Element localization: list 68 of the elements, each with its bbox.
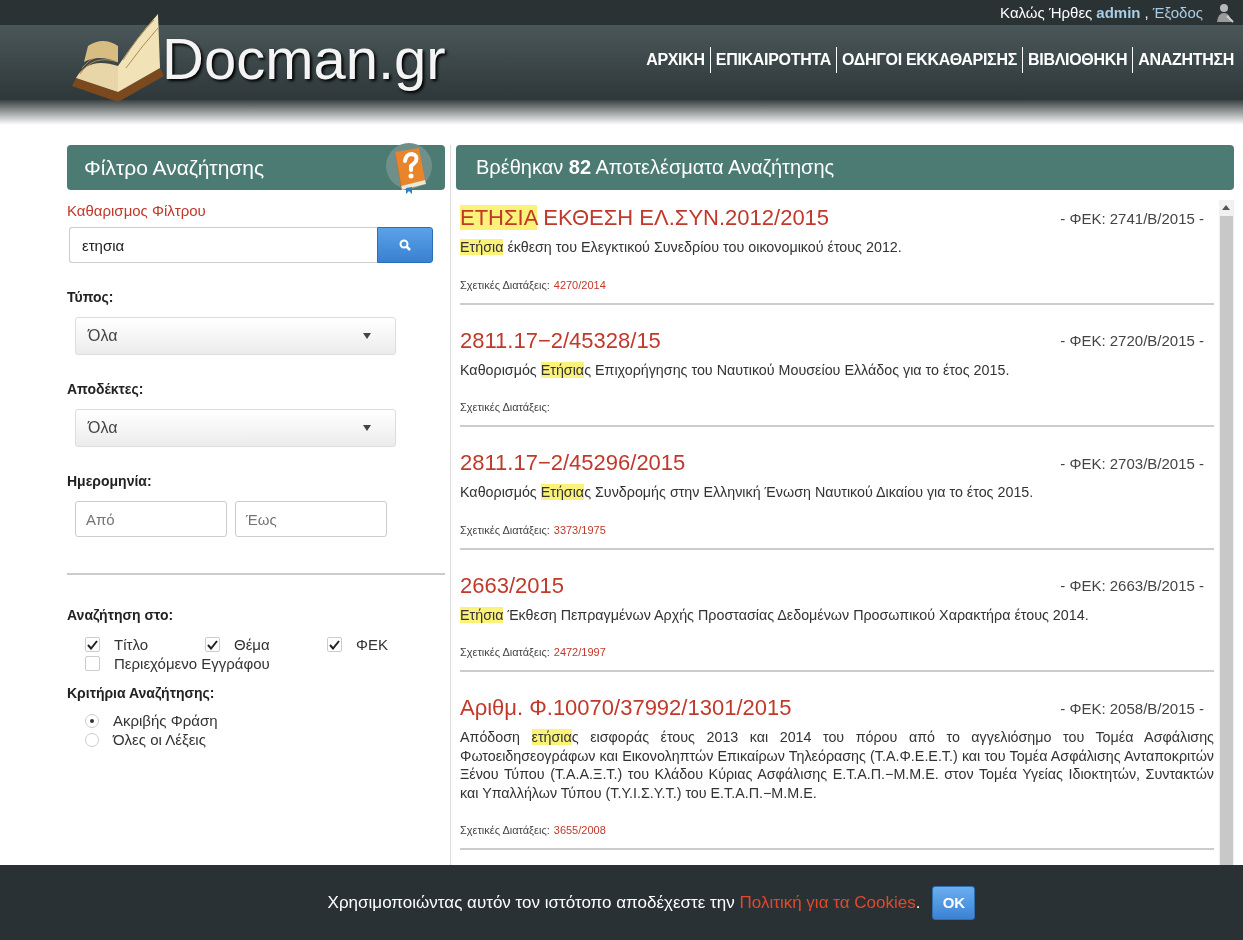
caret-icon [363,333,371,339]
separator-text: , [1144,4,1149,21]
checkbox-label: Περιεχόμενο Εγγράφου [114,654,270,673]
checkbox-label: Θέμα [234,635,270,654]
fek-reference: - ΦΕΚ: 2703/Β/2015 - [1060,454,1204,472]
related-label: Σχετικές Διατάξεις: [460,824,550,836]
result-title-link[interactable]: 2663/2015 [460,571,564,600]
checkbox[interactable] [205,637,220,652]
result-summary: Ετήσια έκθεση του Ελεγκτικού Συνεδρίου του οικονομικού έτους 2012. [460,238,903,257]
field-label: Αποδέκτες: [67,381,145,397]
result-summary: Ετήσια Έκθεση Πεπραγμένων Αρχής Προστασίας Δεδομένων Προσωπικού Χαρακτήρα έτους 2014. [460,605,1090,624]
related-link[interactable]: 4270/2014 [553,278,606,291]
ok-button[interactable]: OK [932,885,976,920]
greeting-text: Καλώς Ήρθες [1000,4,1093,21]
user-icon[interactable] [1215,2,1235,23]
type-select[interactable]: Όλα [75,317,396,355]
related-link[interactable]: 2472/1997 [553,646,606,658]
fek-reference: - ΦΕΚ: 2058/Β/2015 - [1060,699,1204,717]
help-book-icon[interactable] [385,142,433,194]
filter-title: Φίλτρο Αναζήτησης [84,155,265,180]
checkbox[interactable] [327,637,342,652]
nav-link[interactable]: ΟΔΗΓΟΙ ΕΚΚΑΘΑΡΙΣΗΣ [836,46,1022,73]
radio-label: Όλες οι Λέξεις [113,730,206,749]
nav-link[interactable]: ΕΠΙΚΑΙΡΟΤΗΤΑ [709,46,836,73]
select-value: Όλα [88,327,118,345]
checkbox-label: ΦΕΚ [356,635,388,654]
search-field[interactable]: ετησια [69,227,377,263]
cookie-policy-link[interactable]: Πολιτική για τα Cookies [739,892,916,912]
related-label: Σχετικές Διατάξεις: [460,523,550,536]
result-title-link[interactable]: 2811.17−2/45296/2015 [460,449,686,477]
result-title-link[interactable]: 2811.17−2/45328/15 [460,326,661,355]
field-label: Αναζήτηση στο: [67,607,175,623]
nav-link[interactable]: ΑΡΧΙΚΗ [641,46,710,73]
scrollbar[interactable] [1219,200,1234,865]
date-from-field[interactable]: Από [75,501,227,537]
related-label: Σχετικές Διατάξεις: [460,646,550,658]
fek-reference: - ΦΕΚ: 2663/Β/2015 - [1060,577,1204,594]
checkbox-label: Τίτλο [114,635,149,654]
related-label: Σχετικές Διατάξεις: [460,401,550,413]
fek-reference: - ΦΕΚ: 2741/Β/2015 - [1060,209,1204,227]
radio-label: Ακριβής Φράση [113,711,218,730]
checkbox[interactable] [85,637,100,652]
result-summary: Καθορισμός Ετήσιας Συνδρομής στην Ελληνική Ένωση Ναυτικού Δικαίου για το έτος 2015. [460,483,1035,502]
result-title-link[interactable]: Αριθμ. Φ.10070/37992/1301/2015 [460,694,792,722]
fek-reference: - ΦΕΚ: 2720/Β/2015 - [1060,332,1204,349]
username-text: admin [1096,4,1141,21]
checkbox[interactable] [85,656,100,671]
field-label: Τύπος: [67,289,115,305]
field-label: Κριτήρια Αναζήτησης: [67,685,216,701]
nav-link[interactable]: ΒΙΒΛΙΟΘΗΚΗ [1022,46,1133,73]
result-summary: Απόδοση ετήσιας εισφοράς έτους 2013 και 2014 του πόρου από το αγγελιόσημο του Τομέα Ασφάλισης Φωτοειδησεογράφων και Εικονοληπτών Επικαίρων Τηλεόρασης (Τ.Α.Φ.Ε.Ε.Τ.) και του Τομέα Ασφάλισης Ανταποκριτών Ξένου Τύπου (Τ.Α.Α.Ξ.Τ.) του Κλάδου Κύριας Ασφάλισης Ε.Τ.Α.Π.−Μ.Μ.Ε. στον Τομέα Υγείας Ιδιοκτητών, Συντακτών και Υπαλλήλων Τύπου (Τ.Υ.Ι.Σ.Υ.Τ.) του Ε.Τ.Α.Π.−Μ.Μ.Ε. [460,728,1214,802]
related-label: Σχετικές Διατάξεις: [460,278,550,291]
related-link[interactable]: 3655/2008 [553,824,606,836]
recipients-select[interactable]: Όλα [75,409,396,447]
search-icon [399,239,411,251]
select-value: Όλα [88,419,118,437]
result-summary: Καθορισμός Ετήσιας Επιχορήγησης του Ναυτικού Μουσείου Ελλάδος για το έτος 2015. [460,360,1011,379]
logout-link[interactable]: Έξοδος [1152,4,1203,21]
nav-link[interactable]: ΑΝΑΖΗΤΗΣΗ [1132,46,1239,73]
related-link[interactable]: 3373/1975 [553,523,606,536]
search-button[interactable] [377,227,433,263]
logo-text[interactable]: Docman.gr [162,24,446,92]
field-label: Ημερομηνία: [67,473,153,489]
results-heading: Βρέθηκαν 82 Αποτελέσματα Αναζήτησης [476,156,835,179]
clear-filter-link[interactable]: Καθαρισμος Φίλτρου [67,202,206,219]
cookie-notice: Χρησιμοποιώντας αυτόν τον ιστότοπο αποδέχεστε την Πολιτική για τα Cookies. [327,892,921,913]
caret-icon [363,425,371,431]
date-to-field[interactable]: Έως [235,501,387,537]
